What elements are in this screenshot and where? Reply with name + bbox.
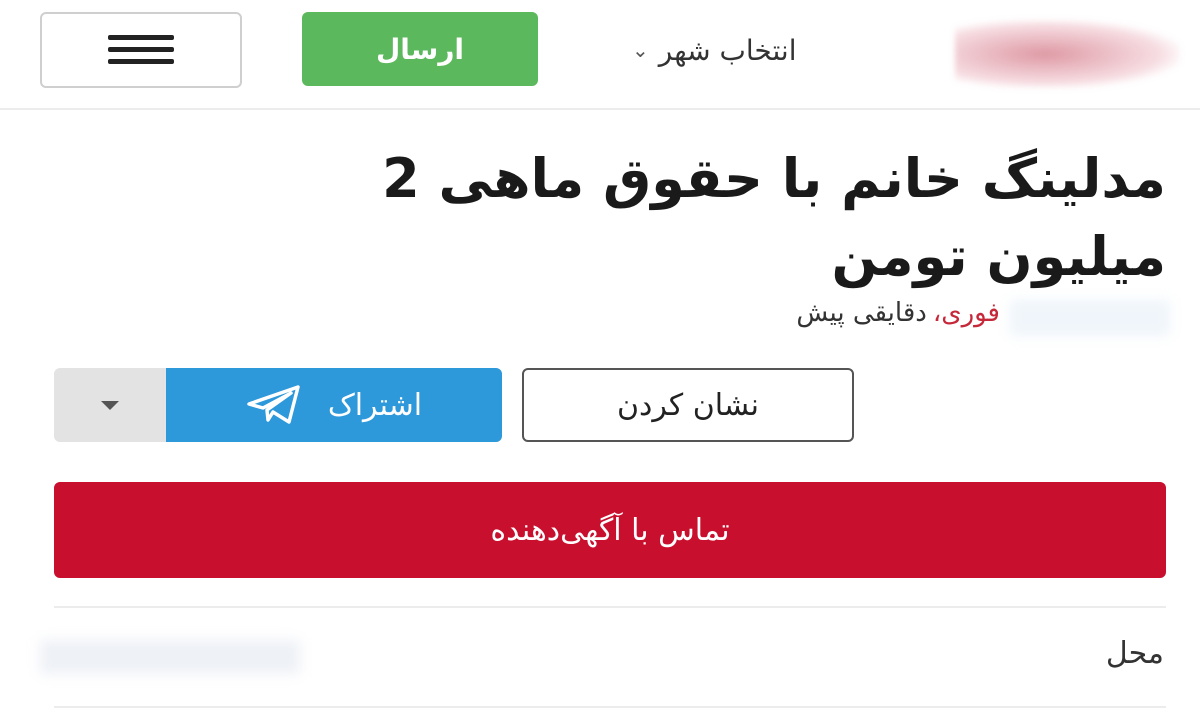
blurred-meta-area (1010, 300, 1170, 336)
bookmark-button[interactable]: نشان کردن (522, 368, 854, 442)
listing-meta: فوری، دقایقی پیش (796, 298, 1000, 328)
city-selector[interactable]: انتخاب شهر ⌄ (632, 28, 796, 72)
share-button-label: اشتراک (327, 387, 423, 423)
top-header: ارسال انتخاب شهر ⌄ (0, 0, 1200, 110)
urgent-tag: فوری، (932, 298, 1000, 328)
menu-button[interactable] (40, 12, 242, 88)
listing-title-line2: میلیون تومن (831, 225, 1166, 288)
hamburger-icon (108, 35, 174, 65)
blurred-location-value (40, 640, 300, 674)
contact-advertiser-button[interactable]: تماس با آگهی‌دهنده (54, 482, 1166, 578)
send-ad-button[interactable]: ارسال (302, 12, 538, 86)
share-button[interactable]: اشتراک (166, 368, 502, 442)
divider (54, 606, 1166, 608)
city-selector-label: انتخاب شهر (658, 33, 797, 67)
caret-down-icon (101, 400, 119, 410)
share-dropdown-toggle[interactable] (54, 368, 166, 442)
listing-title-line1: مدلینگ خانم با حقوق ماهی 2 (382, 147, 1166, 210)
location-label: محل (1105, 636, 1164, 671)
time-ago: دقایقی پیش (796, 298, 927, 328)
page: ارسال انتخاب شهر ⌄ مدلینگ خانم با حقوق م… (0, 0, 1200, 721)
divider (54, 706, 1166, 708)
telegram-icon (247, 385, 300, 424)
site-logo[interactable] (955, 20, 1180, 88)
listing-title: مدلینگ خانم با حقوق ماهی 2 میلیون تومن (46, 140, 1166, 296)
chevron-down-icon: ⌄ (632, 38, 649, 62)
